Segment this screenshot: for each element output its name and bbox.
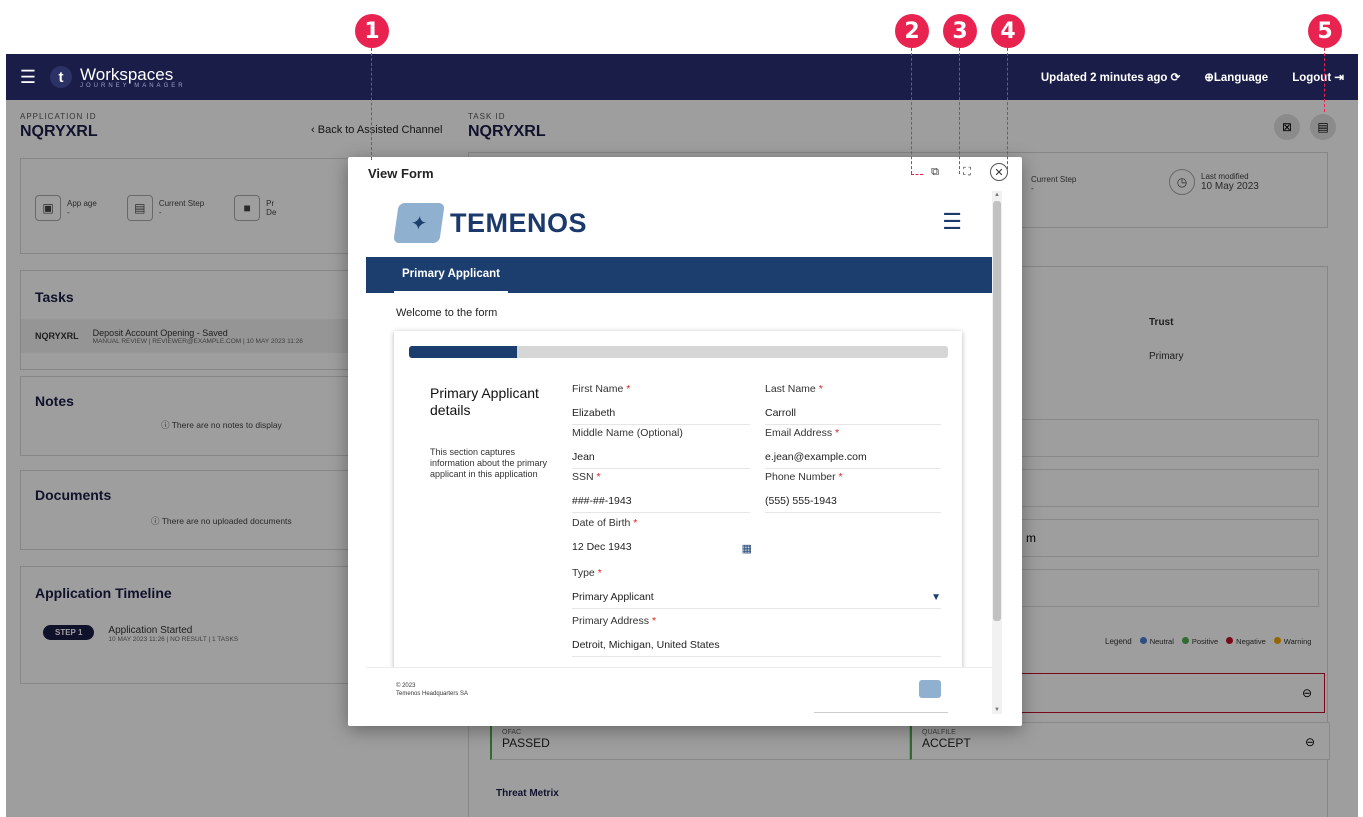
form-footer: © 2023 Temenos Headquarters SA	[366, 667, 992, 714]
logout-icon: ⇥	[1334, 72, 1344, 84]
view-form-dialog: View Form ⧉ ⛶ ✕ ✦ TEMENOS ☰ Primary Appl…	[348, 157, 1022, 726]
phone-label: Phone Number	[765, 471, 836, 483]
required-mark: *	[633, 517, 638, 529]
updated-status[interactable]: Updated 2 minutes ago ⟳	[1041, 70, 1180, 84]
language-label: Language	[1213, 72, 1269, 84]
date-of-birth-field[interactable]: Date of Birth * 12 Dec 1943 ▦	[572, 517, 752, 559]
temenos-header: ✦ TEMENOS ☰	[366, 191, 992, 257]
callout-4: 4	[991, 14, 1025, 48]
required-mark: *	[597, 567, 602, 579]
form-scrollbar[interactable]: ▲ ▼	[992, 191, 1002, 714]
ssn-value[interactable]: ###-##-1943	[572, 495, 750, 513]
form-frame: ✦ TEMENOS ☰ Primary Applicant Welcome to…	[366, 191, 992, 714]
dob-value[interactable]: 12 Dec 1943	[572, 541, 752, 559]
callout-5: 5	[1308, 14, 1342, 48]
footer-company: Temenos Headquarters SA	[396, 691, 469, 697]
ssn-label: SSN	[572, 471, 594, 483]
email-label: Email Address	[765, 427, 833, 439]
brand: Workspaces JOURNEY MANAGER	[80, 66, 186, 89]
middle-name-value[interactable]: Jean	[572, 451, 750, 469]
primary-address-field[interactable]: Primary Address * Detroit, Michigan, Uni…	[572, 615, 941, 657]
welcome-text: Welcome to the form	[396, 307, 498, 319]
last-name-field[interactable]: Last Name * Carroll	[765, 383, 941, 425]
callout-3-line	[959, 48, 960, 174]
first-name-value[interactable]: Elizabeth	[572, 407, 750, 425]
language-button[interactable]: ⊕Language	[1204, 70, 1268, 84]
caret-down-icon[interactable]: ▼	[931, 592, 941, 603]
callout-1-line	[371, 48, 372, 160]
callout-3: 3	[943, 14, 977, 48]
section-description: This section captures information about …	[430, 447, 548, 479]
brand-name: Workspaces	[80, 64, 174, 84]
brand-sub: JOURNEY MANAGER	[80, 82, 186, 89]
temenos-logo: ✦ TEMENOS	[393, 203, 588, 243]
type-select[interactable]: Type * Primary Applicant ▼	[572, 567, 941, 609]
refresh-icon: ⟳	[1170, 72, 1181, 84]
required-mark: *	[651, 615, 657, 627]
middle-name-field[interactable]: Middle Name (Optional) Jean	[572, 427, 750, 469]
scroll-down-icon[interactable]: ▼	[994, 707, 1000, 713]
callout-4-line	[1007, 48, 1008, 174]
footer-copy: © 2023	[396, 683, 416, 689]
phone-field[interactable]: Phone Number * (555) 555-1943	[765, 471, 941, 513]
dob-label: Date of Birth	[572, 517, 631, 529]
scroll-up-icon[interactable]: ▲	[994, 192, 1000, 198]
menu-icon[interactable]: ☰	[6, 67, 50, 88]
callout-5-line	[1324, 48, 1325, 112]
last-name-label: Last Name	[765, 383, 816, 395]
updated-text: Updated 2 minutes ago	[1040, 72, 1168, 84]
footer-divider	[814, 712, 948, 713]
top-bar: ☰ t Workspaces JOURNEY MANAGER Updated 2…	[6, 54, 1358, 100]
required-mark: *	[838, 471, 843, 483]
calendar-icon[interactable]: ▦	[742, 542, 752, 555]
logout-button[interactable]: Logout ⇥	[1292, 70, 1344, 84]
dialog-title: View Form	[368, 166, 434, 181]
callout-1: 1	[355, 14, 389, 48]
tab-primary-applicant[interactable]: Primary Applicant	[394, 257, 508, 293]
globe-icon: ✦	[393, 203, 445, 243]
callout-2-line	[911, 48, 912, 174]
callout-2-hline	[911, 174, 923, 175]
address-label: Primary Address	[572, 615, 650, 627]
open-external-icon[interactable]: ⧉	[926, 163, 944, 181]
email-value[interactable]: e.jean@example.com	[765, 451, 941, 469]
required-mark: *	[626, 383, 631, 395]
progress-fill	[409, 346, 517, 358]
fullscreen-icon[interactable]: ⛶	[958, 163, 976, 181]
middle-name-label: Middle Name (Optional)	[572, 427, 683, 439]
address-value[interactable]: Detroit, Michigan, United States	[572, 639, 941, 657]
section-title: Primary Applicant details	[430, 385, 539, 418]
ssn-field[interactable]: SSN * ###-##-1943	[572, 471, 750, 513]
last-name-value[interactable]: Carroll	[765, 407, 941, 425]
required-mark: *	[596, 471, 601, 483]
footer-copyright: © 2023 Temenos Headquarters SA	[396, 682, 468, 698]
form-tab-bar: Primary Applicant	[366, 257, 992, 293]
type-label: Type	[572, 567, 595, 579]
email-field[interactable]: Email Address * e.jean@example.com	[765, 427, 941, 469]
temenos-wordmark: TEMENOS	[450, 207, 588, 238]
close-icon[interactable]: ✕	[990, 163, 1008, 181]
first-name-label: First Name	[572, 383, 624, 395]
workspaces-logo: t	[50, 66, 72, 88]
type-value[interactable]: Primary Applicant	[572, 591, 941, 609]
phone-value[interactable]: (555) 555-1943	[765, 495, 941, 513]
logout-label: Logout	[1292, 72, 1332, 84]
hamburger-icon[interactable]: ☰	[942, 209, 962, 235]
globe-icon: ⊕	[1204, 72, 1214, 84]
first-name-field[interactable]: First Name * Elizabeth	[572, 383, 750, 425]
required-mark: *	[835, 427, 840, 439]
applicant-card: Primary Applicant details This section c…	[394, 331, 962, 671]
scrollbar-thumb[interactable]	[993, 201, 1001, 621]
callout-2: 2	[895, 14, 929, 48]
progress-bar	[409, 346, 948, 358]
footer-logo-icon	[919, 680, 941, 698]
required-mark: *	[818, 383, 823, 395]
